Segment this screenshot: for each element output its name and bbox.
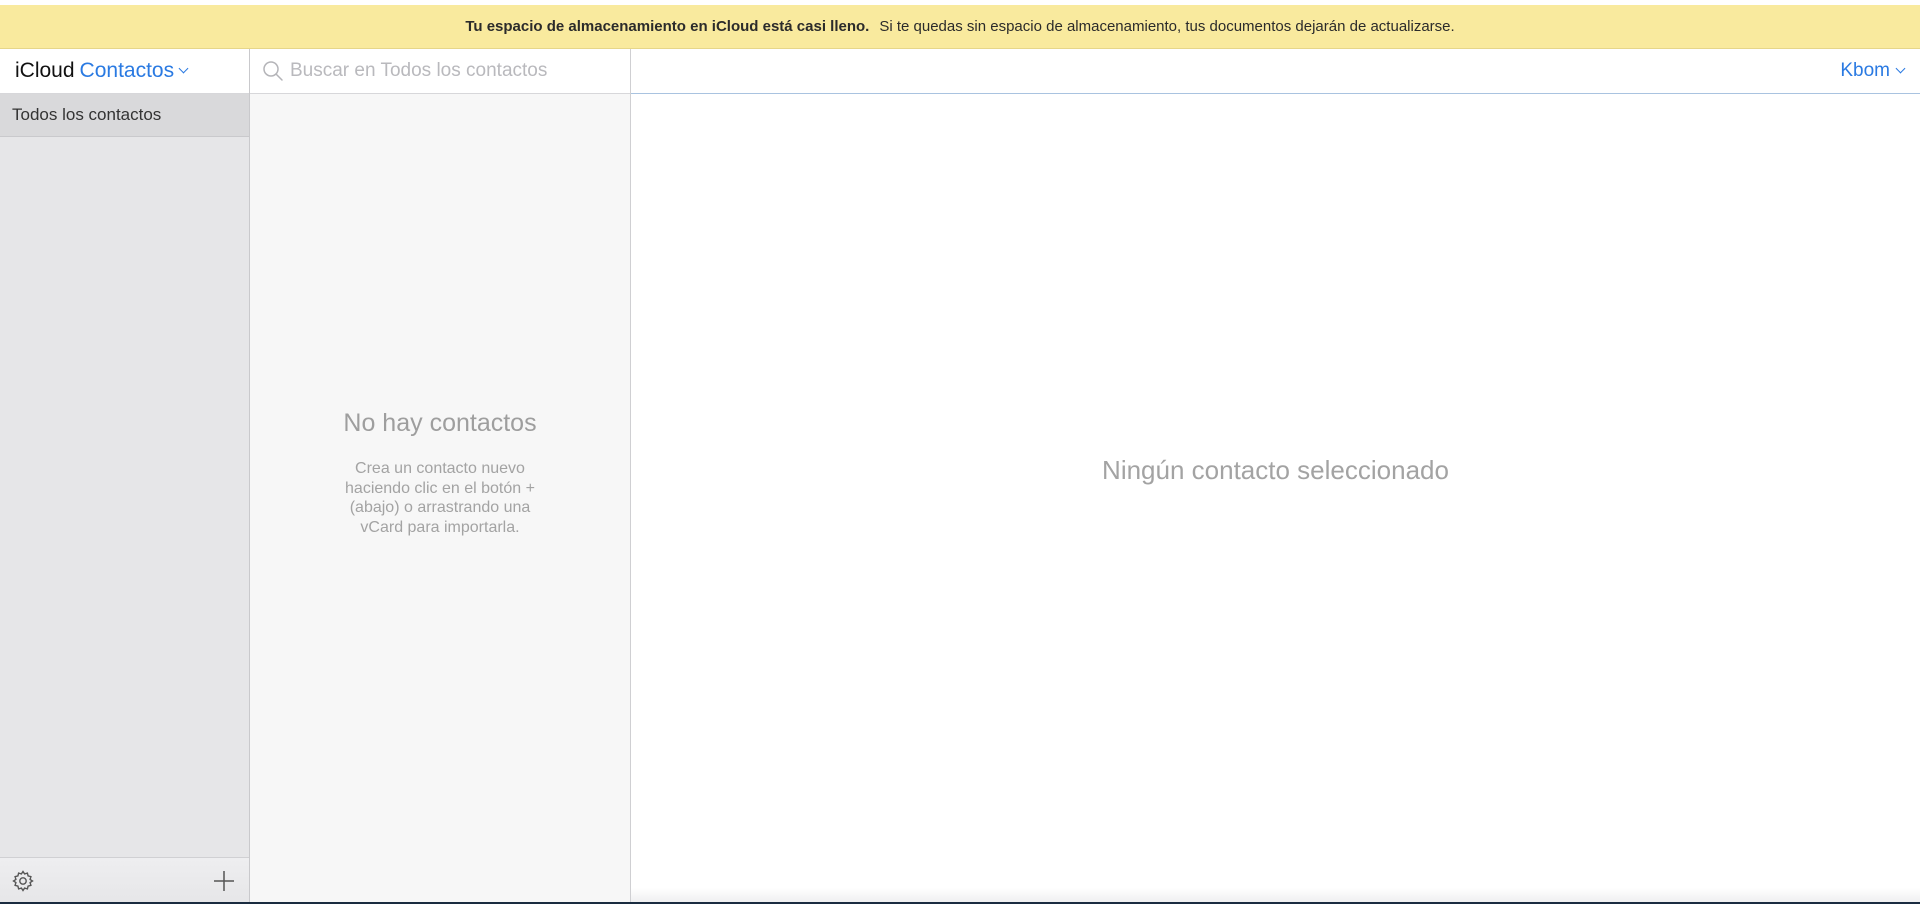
banner-text: Si te quedas sin espacio de almacenamien…: [879, 18, 1455, 35]
account-menu[interactable]: Kbom: [1840, 49, 1906, 93]
sidebar-footer: [0, 857, 249, 904]
chevron-down-icon: [178, 63, 189, 74]
gear-icon: [12, 870, 34, 892]
settings-button[interactable]: [11, 869, 35, 893]
account-name: Kbom: [1840, 60, 1890, 81]
sidebar-header: iCloud Contactos: [0, 49, 249, 94]
contacts-app-label: Contactos: [79, 59, 175, 82]
sidebar: iCloud Contactos Todos los contactos: [0, 49, 250, 904]
empty-contact-list: No hay contactos Crea un contacto nuevo …: [250, 409, 630, 537]
empty-list-description: Crea un contacto nuevo haciendo clic en …: [345, 460, 535, 536]
icloud-contacts-app: Tu espacio de almacenamiento en iCloud e…: [0, 0, 1920, 904]
empty-list-title: No hay contactos: [343, 409, 537, 437]
icloud-label: iCloud: [15, 59, 75, 82]
sidebar-item-all-contacts[interactable]: Todos los contactos: [0, 94, 249, 137]
no-selection-message: Ningún contacto seleccionado: [1102, 455, 1449, 485]
chevron-down-icon: [1895, 63, 1906, 74]
banner-bold-text: Tu espacio de almacenamiento en iCloud e…: [465, 18, 870, 35]
add-contact-button[interactable]: [211, 868, 237, 894]
storage-warning-banner[interactable]: Tu espacio de almacenamiento en iCloud e…: [0, 5, 1920, 49]
plus-icon: [214, 871, 234, 891]
search-icon: [263, 61, 283, 81]
sidebar-item-label: Todos los contactos: [12, 105, 162, 124]
detail-header: Kbom: [631, 49, 1920, 94]
search-input[interactable]: [290, 55, 620, 87]
search-bar: [250, 49, 630, 94]
contact-list-column: No hay contactos Crea un contacto nuevo …: [250, 49, 631, 904]
contact-detail-pane: Kbom Ningún contacto seleccionado: [631, 49, 1920, 904]
app-switcher[interactable]: iCloud Contactos: [15, 49, 189, 93]
